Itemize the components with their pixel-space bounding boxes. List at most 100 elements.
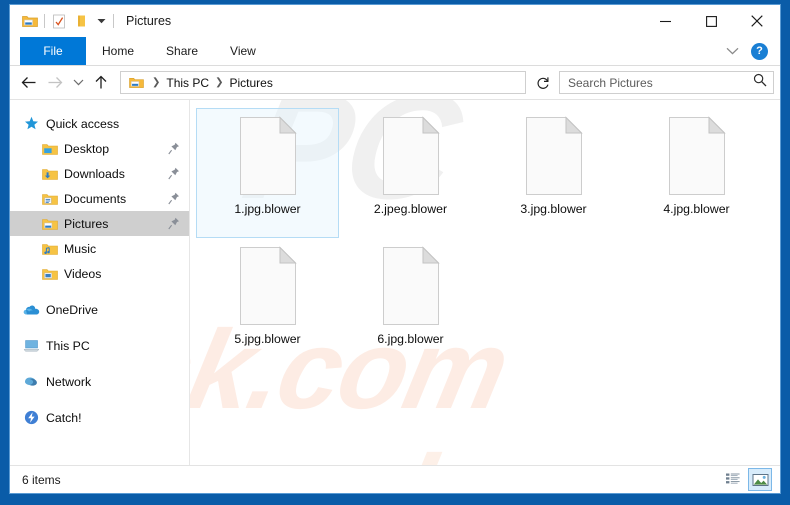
tab-share[interactable]: Share [150, 37, 214, 65]
blank-file-icon [665, 116, 729, 196]
tab-file[interactable]: File [20, 37, 86, 65]
ribbon-right-controls: ? [721, 37, 774, 65]
sidebar-gap-4 [10, 394, 189, 405]
tab-home[interactable]: Home [86, 37, 150, 65]
file-name: 3.jpg.blower [520, 202, 587, 216]
blank-file-icon [379, 116, 443, 196]
search-icon[interactable] [753, 73, 767, 92]
pin-icon[interactable] [167, 166, 180, 180]
sidebar-item-this-pc[interactable]: This PC [10, 333, 189, 358]
file-list-view[interactable]: PC risk.com sk.com 1.jpg.blower [190, 100, 780, 465]
recent-locations-icon[interactable] [68, 70, 88, 96]
sidebar-label: Pictures [64, 216, 109, 231]
sidebar-label: Music [64, 241, 97, 256]
file-name: 1.jpg.blower [234, 202, 301, 216]
file-item[interactable]: 2.jpeg.blower [339, 108, 482, 238]
sidebar-label: Downloads [64, 166, 125, 181]
network-icon [22, 373, 41, 391]
quick-access-toolbar [10, 10, 117, 32]
sidebar-item-desktop[interactable]: Desktop [10, 136, 189, 161]
search-placeholder: Search Pictures [568, 75, 653, 90]
pin-icon[interactable] [167, 141, 180, 155]
blank-file-icon [236, 246, 300, 326]
details-view-button[interactable] [721, 468, 745, 491]
breadcrumb-separator-1: ❯ [152, 77, 161, 88]
star-icon [22, 115, 41, 133]
file-explorer-window: Pictures File Home Share View ? ❯ This P… [9, 4, 781, 494]
sidebar-label: Desktop [64, 141, 110, 156]
breadcrumb[interactable]: ❯ This PC ❯ Pictures [120, 71, 526, 94]
chevron-down-icon[interactable] [721, 40, 743, 62]
folder-desktop-icon [40, 140, 59, 158]
pin-icon[interactable] [167, 191, 180, 205]
breadcrumb-item-pictures[interactable]: Pictures [224, 76, 277, 90]
sidebar-item-pictures[interactable]: Pictures [10, 211, 189, 236]
sidebar-label: Catch! [46, 410, 82, 425]
file-item[interactable]: 1.jpg.blower [196, 108, 339, 238]
maximize-button[interactable] [688, 5, 734, 37]
sidebar-item-documents[interactable]: Documents [10, 186, 189, 211]
file-name: 4.jpg.blower [663, 202, 730, 216]
breadcrumb-separator-2: ❯ [215, 77, 224, 88]
folder-pictures-icon [40, 215, 59, 233]
search-input[interactable]: Search Pictures [559, 71, 774, 94]
window-title: Pictures [126, 14, 172, 28]
folder-music-icon [40, 240, 59, 258]
folder-downloads-icon [40, 165, 59, 183]
customize-chevron-icon[interactable] [92, 10, 110, 32]
folder-documents-icon [40, 190, 59, 208]
sidebar-gap-3 [10, 358, 189, 369]
properties-icon[interactable] [48, 10, 70, 32]
tab-view[interactable]: View [214, 37, 272, 65]
item-count: 6 items [22, 472, 61, 487]
sidebar-item-onedrive[interactable]: OneDrive [10, 297, 189, 322]
file-item[interactable]: 6.jpg.blower [339, 238, 482, 368]
minimize-button[interactable] [642, 5, 688, 37]
forward-button[interactable] [42, 70, 68, 96]
navigation-bar: ❯ This PC ❯ Pictures Search Pictures [10, 66, 780, 99]
refresh-icon[interactable] [530, 70, 556, 95]
sidebar-label: This PC [46, 338, 90, 353]
file-name: 5.jpg.blower [234, 332, 301, 346]
up-button[interactable] [88, 70, 114, 96]
breadcrumb-item-this-pc[interactable]: This PC [161, 76, 214, 90]
view-mode-buttons [721, 468, 772, 491]
status-bar: 6 items [10, 465, 780, 493]
folder-pictures-icon[interactable] [19, 10, 41, 32]
sidebar-item-quick-access[interactable]: Quick access [10, 111, 189, 136]
sidebar-item-videos[interactable]: Videos [10, 261, 189, 286]
title-bar: Pictures [10, 5, 780, 37]
folder-videos-icon [40, 265, 59, 283]
close-button[interactable] [734, 5, 780, 37]
sidebar-item-catch[interactable]: Catch! [10, 405, 189, 430]
large-icons-view-button[interactable] [748, 468, 772, 491]
file-item[interactable]: 3.jpg.blower [482, 108, 625, 238]
explorer-body: Quick access Desktop Downloads Documents… [10, 99, 780, 465]
this-pc-icon [22, 337, 41, 355]
window-controls [642, 5, 780, 37]
file-item[interactable]: 4.jpg.blower [625, 108, 768, 238]
navigation-pane: Quick access Desktop Downloads Documents… [10, 100, 190, 465]
breadcrumb-folder-icon [127, 74, 146, 92]
new-folder-icon[interactable] [70, 10, 92, 32]
sidebar-label: Quick access [46, 116, 120, 131]
sidebar-item-downloads[interactable]: Downloads [10, 161, 189, 186]
sidebar-label: OneDrive [46, 302, 98, 317]
file-name: 6.jpg.blower [377, 332, 444, 346]
blank-file-icon [236, 116, 300, 196]
sidebar-item-music[interactable]: Music [10, 236, 189, 261]
toolbar-separator [44, 14, 45, 28]
pin-icon[interactable] [167, 216, 180, 230]
sidebar-label: Documents [64, 191, 127, 206]
sidebar-item-network[interactable]: Network [10, 369, 189, 394]
blank-file-icon [379, 246, 443, 326]
desktop-background: Pictures File Home Share View ? ❯ This P… [0, 0, 790, 505]
sidebar-label: Videos [64, 266, 102, 281]
help-icon[interactable]: ? [751, 42, 768, 60]
back-button[interactable] [16, 70, 42, 96]
onedrive-cloud-icon [22, 301, 41, 319]
file-name: 2.jpeg.blower [373, 202, 448, 216]
file-grid: 1.jpg.blower 2.jpeg.blower 3.jpg.blower … [190, 100, 780, 465]
file-item[interactable]: 5.jpg.blower [196, 238, 339, 368]
toolbar-separator-2 [113, 14, 114, 28]
